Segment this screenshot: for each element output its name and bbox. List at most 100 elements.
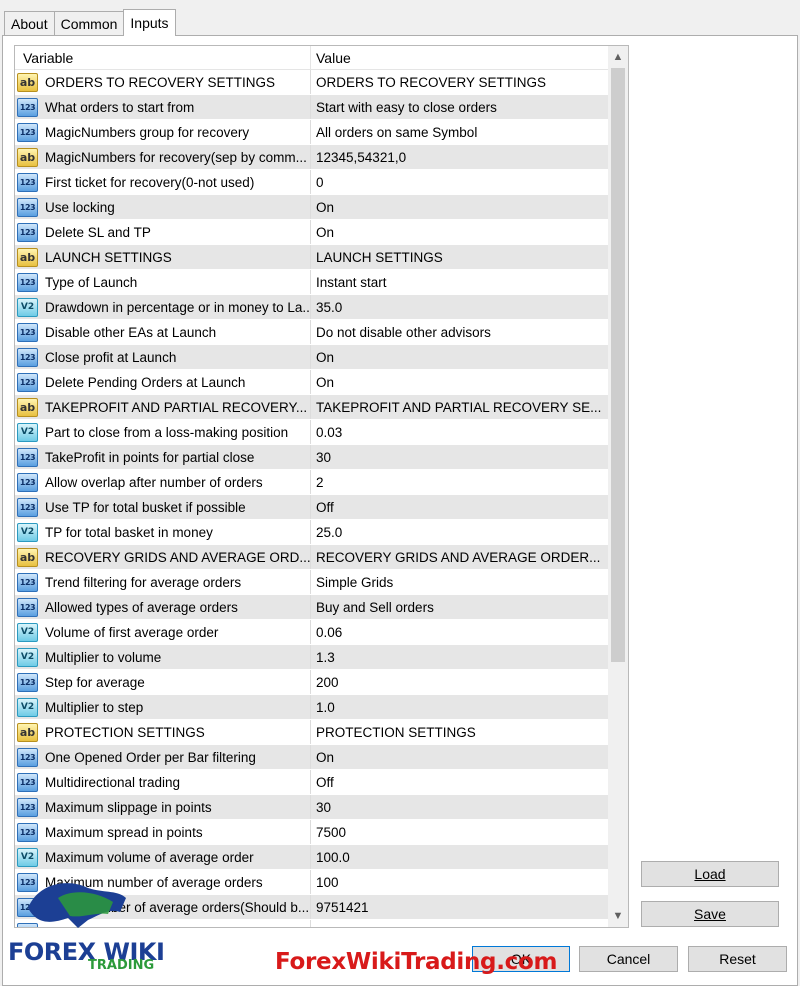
integer-type-icon: 123: [17, 172, 38, 192]
variable-name: Type of Launch: [45, 274, 138, 290]
value-cell[interactable]: 1.3: [311, 645, 608, 669]
value-cell[interactable]: 1.0: [311, 695, 608, 719]
table-row[interactable]: ab PROTECTION SETTINGS PROTECTION SETTINGS: [15, 720, 608, 745]
integer-type-icon: 123: [17, 597, 38, 617]
value-cell[interactable]: On: [311, 745, 608, 769]
value-cell[interactable]: On: [311, 370, 608, 394]
table-row[interactable]: 123 Disable other EAs at Launch Do not dis…: [15, 320, 608, 345]
column-header-variable[interactable]: Variable: [15, 46, 311, 70]
table-row[interactable]: 123 Allowed types of average orders Buy an…: [15, 595, 608, 620]
variable-cell: V2 Maximum volume of average order: [15, 845, 311, 869]
value-cell[interactable]: On: [311, 195, 608, 219]
tab-about[interactable]: About: [4, 11, 55, 35]
value-cell[interactable]: [311, 920, 608, 927]
table-row[interactable]: ab LAUNCH SETTINGS LAUNCH SETTINGS: [15, 245, 608, 270]
value-cell[interactable]: 25.0: [311, 520, 608, 544]
table-row[interactable]: ab MagicNumbers for recovery(sep by comm.…: [15, 145, 608, 170]
table-row[interactable]: 123 Delete SL and TP On: [15, 220, 608, 245]
variable-cell: 123 Maximum slippage in points: [15, 795, 311, 819]
value-cell[interactable]: 35.0: [311, 295, 608, 319]
value-cell[interactable]: Instant start: [311, 270, 608, 294]
value-cell[interactable]: ORDERS TO RECOVERY SETTINGS: [311, 70, 608, 94]
value-cell[interactable]: 100: [311, 870, 608, 894]
value-cell[interactable]: Simple Grids: [311, 570, 608, 594]
double-type-icon: V2: [17, 647, 38, 667]
variable-name: Multidirectional trading: [45, 774, 181, 790]
double-type-icon: V2: [17, 847, 38, 867]
variable-cell: V2 Multiplier to step: [15, 695, 311, 719]
bull-bear-logo-icon: [28, 883, 126, 928]
value-cell[interactable]: Start with easy to close orders: [311, 95, 608, 119]
table-row[interactable]: 123 Maximum spread in points 7500: [15, 820, 608, 845]
table-row[interactable]: 123 Close profit at Launch On: [15, 345, 608, 370]
table-row[interactable]: V2 Multiplier to volume 1.3: [15, 645, 608, 670]
value-cell[interactable]: 0.06: [311, 620, 608, 644]
tab-inputs[interactable]: Inputs: [123, 9, 176, 36]
integer-type-icon: 123: [17, 222, 38, 242]
value-cell[interactable]: 30: [311, 445, 608, 469]
table-row[interactable]: V2 Volume of first average order 0.06: [15, 620, 608, 645]
variable-name: Delete SL and TP: [45, 224, 151, 240]
table-row[interactable]: 123 Step for average 200: [15, 670, 608, 695]
value-cell[interactable]: 0.03: [311, 420, 608, 444]
variable-cell: ab PROTECTION SETTINGS: [15, 720, 311, 744]
table-row[interactable]: 123 MagicNumbers group for recovery All or…: [15, 120, 608, 145]
variable-name: Volume of first average order: [45, 624, 219, 640]
table-row[interactable]: V2 TP for total basket in money 25.0: [15, 520, 608, 545]
double-type-icon: V2: [17, 622, 38, 642]
table-row[interactable]: 123 Multidirectional trading Off: [15, 770, 608, 795]
value-cell[interactable]: 0: [311, 170, 608, 194]
save-button[interactable]: Save: [641, 901, 779, 927]
inputs-grid: Variable Value ab ORDERS TO RECOVERY SETT…: [14, 45, 629, 928]
variable-name: Step for average: [45, 674, 145, 690]
variable-name: LAUNCH SETTINGS: [45, 249, 172, 265]
value-cell[interactable]: All orders on same Symbol: [311, 120, 608, 144]
reset-button[interactable]: Reset: [688, 946, 787, 972]
value-cell[interactable]: TAKEPROFIT AND PARTIAL RECOVERY SE...: [311, 395, 608, 419]
value-cell[interactable]: Buy and Sell orders: [311, 595, 608, 619]
value-cell[interactable]: Off: [311, 770, 608, 794]
column-header-value[interactable]: Value: [311, 46, 608, 70]
table-row[interactable]: V2 Part to close from a loss-making posit…: [15, 420, 608, 445]
value-cell[interactable]: 12345,54321,0: [311, 145, 608, 169]
vertical-scrollbar[interactable]: ▲ ▼: [608, 46, 628, 927]
table-row[interactable]: 123 What orders to start from Start with e…: [15, 95, 608, 120]
table-row[interactable]: 123 TakeProfit in points for partial clos…: [15, 445, 608, 470]
value-cell[interactable]: On: [311, 220, 608, 244]
table-row[interactable]: ab ORDERS TO RECOVERY SETTINGS ORDERS TO R…: [15, 70, 608, 95]
table-row[interactable]: V2 Multiplier to step 1.0: [15, 695, 608, 720]
scroll-down-icon[interactable]: ▼: [608, 906, 628, 926]
cancel-button[interactable]: Cancel: [579, 946, 678, 972]
value-cell[interactable]: 7500: [311, 820, 608, 844]
variable-cell: V2 Multiplier to volume: [15, 645, 311, 669]
scroll-up-icon[interactable]: ▲: [608, 47, 628, 67]
table-row[interactable]: 123 Type of Launch Instant start: [15, 270, 608, 295]
table-row[interactable]: V2 Drawdown in percentage or in money to …: [15, 295, 608, 320]
load-button[interactable]: Load: [641, 861, 779, 887]
value-cell[interactable]: Do not disable other advisors: [311, 320, 608, 344]
value-cell[interactable]: LAUNCH SETTINGS: [311, 245, 608, 269]
table-row[interactable]: 123 Use locking On: [15, 195, 608, 220]
table-row[interactable]: 123 Maximum slippage in points 30: [15, 795, 608, 820]
table-row[interactable]: 123 Allow overlap after number of orders 2: [15, 470, 608, 495]
table-row[interactable]: 123 One Opened Order per Bar filtering On: [15, 745, 608, 770]
value-cell[interactable]: RECOVERY GRIDS AND AVERAGE ORDER...: [311, 545, 608, 569]
value-cell[interactable]: 30: [311, 795, 608, 819]
value-cell[interactable]: PROTECTION SETTINGS: [311, 720, 608, 744]
scrollbar-thumb[interactable]: [611, 68, 625, 662]
variable-cell: 123 Use TP for total busket if possible: [15, 495, 311, 519]
table-row[interactable]: 123 Use TP for total busket if possible Of…: [15, 495, 608, 520]
table-row[interactable]: 123 Delete Pending Orders at Launch On: [15, 370, 608, 395]
value-cell[interactable]: 200: [311, 670, 608, 694]
value-cell[interactable]: 9751421: [311, 895, 608, 919]
value-cell[interactable]: 2: [311, 470, 608, 494]
table-row[interactable]: 123 Trend filtering for average orders Sim…: [15, 570, 608, 595]
value-cell[interactable]: 100.0: [311, 845, 608, 869]
value-cell[interactable]: On: [311, 345, 608, 369]
tab-common[interactable]: Common: [53, 11, 125, 35]
value-cell[interactable]: Off: [311, 495, 608, 519]
table-row[interactable]: ab RECOVERY GRIDS AND AVERAGE ORD... RECOV…: [15, 545, 608, 570]
table-row[interactable]: V2 Maximum volume of average order 100.0: [15, 845, 608, 870]
table-row[interactable]: ab TAKEPROFIT AND PARTIAL RECOVERY... TAKE…: [15, 395, 608, 420]
table-row[interactable]: 123 First ticket for recovery(0-not used)…: [15, 170, 608, 195]
